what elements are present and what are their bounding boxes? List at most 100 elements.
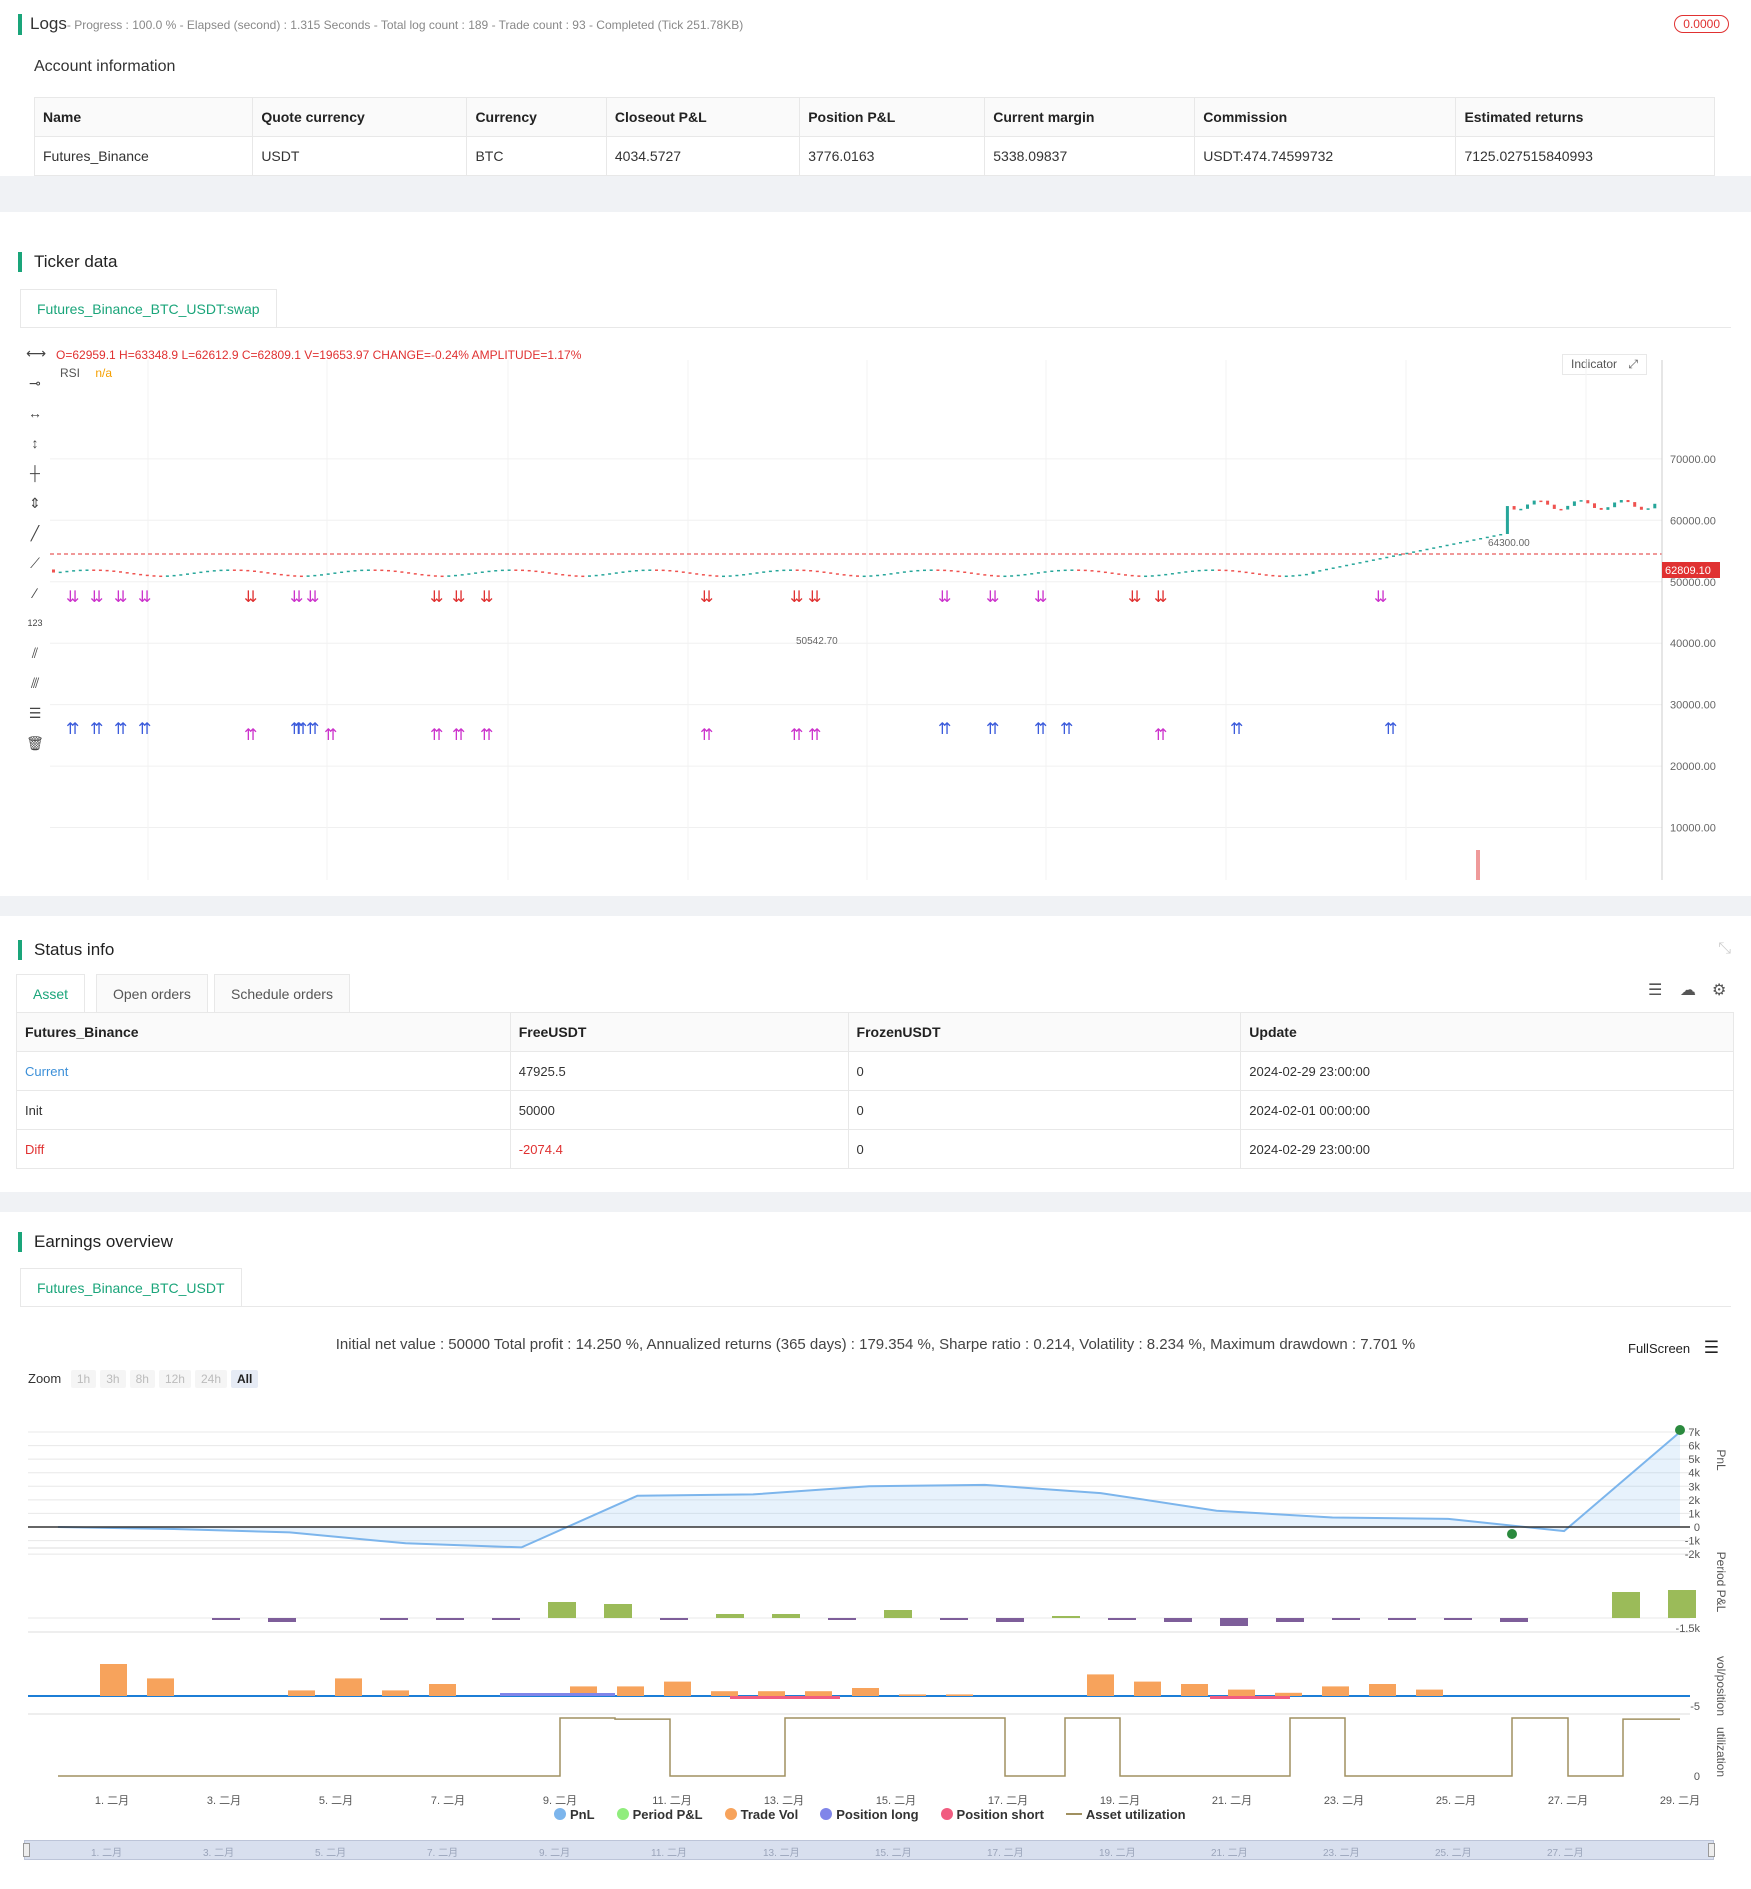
short-marker: ⇊	[1128, 589, 1141, 606]
pnl-min-marker	[1507, 1529, 1517, 1539]
earnings-legend: PnL Period P&L Trade Vol Position long Posit…	[554, 1806, 1254, 1822]
collapse-icon[interactable]: ⤡	[1718, 940, 1731, 958]
close-marker: ⇈	[244, 727, 257, 744]
candle	[628, 570, 632, 573]
candle	[1036, 572, 1040, 574]
candle	[1258, 573, 1261, 575]
period-pnl-bar	[1444, 1618, 1472, 1620]
trade-vol-bar	[288, 1690, 315, 1696]
candle	[1392, 555, 1395, 557]
pnl-y-tick: -1k	[1685, 1536, 1701, 1548]
zoom-option[interactable]: 1h	[70, 1370, 97, 1388]
candle	[581, 575, 585, 578]
period-pnl-bar	[436, 1618, 464, 1620]
candle	[1110, 572, 1114, 574]
candle	[996, 575, 1000, 577]
candle	[722, 575, 725, 578]
candle	[936, 569, 940, 571]
candle	[112, 570, 116, 572]
navigator-label: 25. 二月	[1435, 1848, 1472, 1859]
legend-marker-icon	[724, 1808, 737, 1820]
logs-title: Logs- Progress : 100.0 % - Elapsed (seco…	[18, 14, 743, 35]
period-pnl-bar	[1052, 1616, 1080, 1618]
candle	[742, 574, 746, 576]
tab-ticker[interactable]: Futures_Binance_BTC_USDT:swap	[20, 289, 277, 327]
zoom-option[interactable]: All	[231, 1370, 259, 1388]
legend-item[interactable]: Asset utilization	[1065, 1807, 1186, 1822]
close-marker: ⇊	[306, 589, 319, 606]
cloud-download-icon[interactable]: ☁	[1680, 980, 1696, 1000]
gear-icon[interactable]: ⚙	[1712, 980, 1726, 1000]
zoom-option[interactable]: 3h	[100, 1370, 126, 1388]
legend-item[interactable]: Position short	[940, 1807, 1044, 1822]
list-icon[interactable]: ☰	[1648, 980, 1662, 1000]
candle	[366, 569, 370, 571]
candle	[1318, 570, 1322, 572]
legend-item[interactable]: Trade Vol	[724, 1807, 798, 1822]
pnl-y-tick: 2k	[1688, 1495, 1700, 1507]
candle	[1351, 563, 1355, 565]
candle	[72, 570, 76, 572]
candle	[768, 570, 772, 573]
candle	[206, 570, 210, 573]
candle	[1057, 569, 1060, 572]
account-cell: 4034.5727	[605, 136, 801, 176]
tab-open-orders[interactable]: Open orders	[96, 974, 208, 1012]
candle	[775, 569, 779, 572]
candle	[829, 572, 833, 574]
close-marker: ⇈	[808, 727, 821, 744]
candle	[695, 573, 699, 575]
candle	[902, 571, 906, 573]
period-pnl-bar	[492, 1618, 520, 1620]
candle	[969, 572, 973, 574]
candle	[159, 575, 163, 578]
period-pnl-bar	[996, 1618, 1024, 1622]
period-pnl-bar	[940, 1618, 968, 1620]
candle	[1405, 552, 1409, 555]
pnl-y-tick: 1k	[1688, 1508, 1700, 1520]
legend-marker-icon	[554, 1808, 566, 1820]
legend-item[interactable]: Position long	[820, 1807, 919, 1822]
navigator-label: 1. 二月	[91, 1848, 123, 1859]
candle	[882, 574, 886, 576]
navigator-label: 21. 二月	[1211, 1848, 1248, 1859]
fullscreen-button[interactable]: FullScreen ☰	[1628, 1338, 1719, 1358]
y-tick-label: 70000.00	[1670, 454, 1716, 466]
asset-cell-free: 50000	[509, 1090, 849, 1130]
candle	[655, 569, 658, 571]
candle	[1231, 570, 1235, 572]
axis-title: vol/position	[1714, 1656, 1728, 1716]
candle	[152, 575, 156, 577]
candle	[454, 574, 457, 577]
tab-asset[interactable]: Asset	[16, 974, 86, 1012]
trade-vol-bar	[1322, 1686, 1349, 1696]
navigator-right-handle[interactable]	[1708, 1843, 1715, 1857]
asset-cell-name: Init	[16, 1090, 511, 1130]
close-marker: ⇈	[700, 727, 713, 744]
candle	[1137, 575, 1141, 577]
zoom-option[interactable]: 24h	[194, 1370, 227, 1388]
close-marker: ⇊	[138, 589, 151, 606]
legend-item[interactable]: PnL	[554, 1807, 595, 1822]
trade-vol-bar	[664, 1681, 691, 1696]
asset-cell-frozen: 0	[847, 1051, 1242, 1091]
tab-schedule-orders[interactable]: Schedule orders	[214, 974, 350, 1012]
zoom-option[interactable]: 8h	[129, 1370, 155, 1388]
navigator-left-handle[interactable]	[23, 1843, 30, 1857]
candle	[1539, 500, 1543, 503]
tab-earnings[interactable]: Futures_Binance_BTC_USDT	[20, 1268, 242, 1306]
trade-vol-bar	[382, 1690, 409, 1696]
legend-item[interactable]: Period P&L	[616, 1807, 703, 1822]
legend-label: PnL	[570, 1807, 595, 1822]
zoom-option[interactable]: 12h	[158, 1370, 191, 1388]
menu-icon[interactable]: ☰	[1704, 1338, 1719, 1357]
navigator-bar[interactable]: 1. 二月 3. 二月 5. 二月 7. 二月 9. 二月 11. 二月 13. 二月 15.…	[23, 1840, 1715, 1860]
account-cell: USDT	[252, 136, 468, 176]
earn-x-tick: 25. 二月	[1436, 1795, 1476, 1807]
candle	[762, 571, 766, 573]
candle	[561, 574, 565, 576]
candle	[1646, 508, 1650, 510]
short-marker: ⇊	[430, 589, 443, 606]
candle	[521, 569, 524, 572]
pnl-y-tick: 5k	[1688, 1454, 1700, 1466]
